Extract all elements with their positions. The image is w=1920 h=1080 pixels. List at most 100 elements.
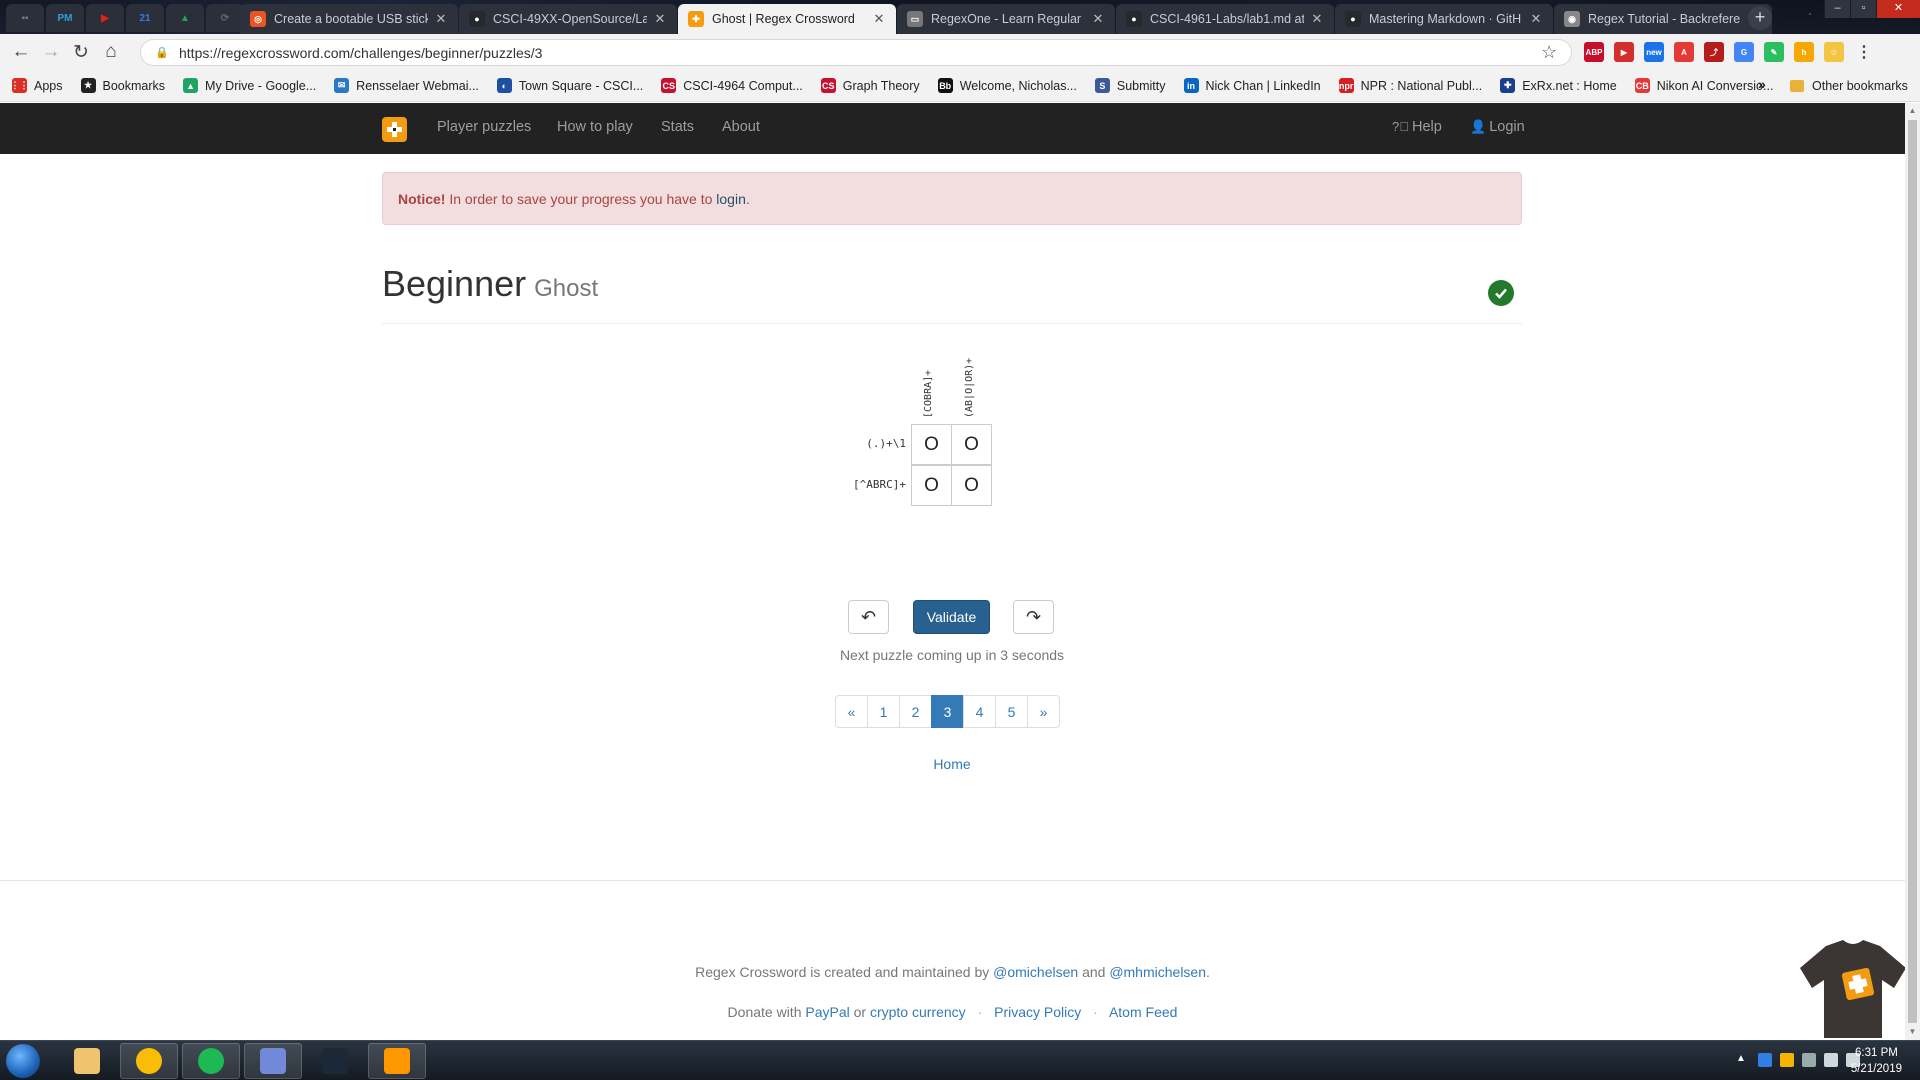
network-icon[interactable] — [1824, 1053, 1838, 1067]
close-window-button[interactable]: ✕ — [1876, 0, 1920, 18]
regex-crossword-logo[interactable] — [382, 117, 407, 142]
translate-icon[interactable]: G — [1734, 42, 1754, 62]
bookmarks-overflow-button[interactable]: » — [1758, 76, 1766, 92]
nav-about[interactable]: About — [722, 119, 760, 135]
start-button[interactable] — [6, 1044, 40, 1078]
scroll-down-icon[interactable]: ▼ — [1905, 1024, 1920, 1040]
scrollbar-thumb[interactable] — [1908, 120, 1917, 1023]
taskbar-clock[interactable]: 6:31 PM 5/21/2019 — [1851, 1045, 1902, 1077]
chrome-tray-icon[interactable] — [1780, 1053, 1794, 1067]
taskbar-app-3[interactable] — [182, 1043, 240, 1079]
cast-icon[interactable]: ▶ — [1614, 42, 1634, 62]
nav-help[interactable]: ?⃝ Help — [1392, 119, 1442, 135]
bookmark-item-1[interactable]: ⋮⋮ Apps — [11, 78, 63, 93]
privacy-policy-link[interactable]: Privacy Policy — [994, 1004, 1081, 1020]
abp-icon[interactable]: ABP — [1584, 42, 1604, 62]
browser-tab-7[interactable]: ◉Regex Tutorial - Backrefere✕ — [1554, 4, 1772, 34]
pinned-tab-2[interactable]: PM — [46, 4, 84, 32]
pagination-prev[interactable]: « — [835, 695, 868, 728]
nav-stats[interactable]: Stats — [661, 119, 694, 135]
pagination-page-2[interactable]: 2 — [899, 695, 932, 728]
taskbar-app-5[interactable] — [306, 1043, 364, 1079]
pagination-page-5[interactable]: 5 — [995, 695, 1028, 728]
pagination-page-1[interactable]: 1 — [867, 695, 900, 728]
tab-close-icon[interactable]: ✕ — [434, 11, 448, 27]
bookmark-item-10[interactable]: in Nick Chan | LinkedIn — [1183, 78, 1321, 93]
browser-tab-3[interactable]: ✚ Ghost | Regex Crossword ✕ — [678, 4, 896, 34]
scroll-up-icon[interactable]: ▲ — [1905, 103, 1920, 119]
browser-tab-6[interactable]: ● Mastering Markdown · GitH ✕ — [1335, 4, 1553, 34]
forward-button[interactable]: → — [36, 41, 66, 63]
browser-tab-5[interactable]: ● CSCI-4961-Labs/lab1.md at ✕ — [1116, 4, 1334, 34]
nav-player-puzzles[interactable]: Player puzzles — [437, 119, 531, 135]
tshirt-promo-image[interactable] — [1798, 938, 1908, 1038]
pagination-next[interactable]: » — [1027, 695, 1060, 728]
maximize-button[interactable]: ▫ — [1850, 0, 1876, 18]
browser-tab-1[interactable]: ◎ Create a bootable USB stick ✕ — [240, 4, 458, 34]
home-link[interactable]: Home — [700, 756, 1204, 772]
redo-button[interactable]: ↷ — [1013, 600, 1054, 634]
taskbar-app-6[interactable] — [368, 1043, 426, 1079]
bookmark-item-5[interactable]: ◐ Town Square - CSCI... — [496, 78, 643, 93]
page-scrollbar[interactable]: ▲ ▼ — [1905, 103, 1920, 1040]
back-button[interactable]: ← — [6, 41, 36, 63]
pagination-page-3[interactable]: 3 — [931, 695, 964, 728]
bookmark-item-2[interactable]: ★ Bookmarks — [80, 78, 165, 93]
tray-expand-icon[interactable]: ▲ — [1736, 1053, 1750, 1067]
bookmark-item-13[interactable]: CB Nikon AI Conversio... — [1634, 78, 1773, 93]
dropbox-icon[interactable] — [1758, 1053, 1772, 1067]
new-badge-icon[interactable]: new — [1644, 42, 1664, 62]
bookmark-item-4[interactable]: ✉ Rensselaer Webmai... — [334, 78, 479, 93]
nav-login[interactable]: 👤 Login — [1470, 119, 1525, 135]
pinned-tab-3[interactable]: ▶ — [86, 4, 124, 32]
bookmark-item-3[interactable]: ▲ My Drive - Google... — [183, 78, 316, 93]
pagination-page-4[interactable]: 4 — [963, 695, 996, 728]
pinned-tab-6[interactable]: ⟳ — [206, 4, 244, 32]
reload-button[interactable]: ↻ — [66, 41, 96, 64]
tab-close-icon[interactable]: ✕ — [872, 11, 886, 27]
author-link-2[interactable]: @mhmichelsen — [1109, 964, 1206, 980]
author-link-1[interactable]: @omichelsen — [993, 964, 1078, 980]
bookmark-item-9[interactable]: S Submitty — [1094, 78, 1166, 93]
bookmark-item-12[interactable]: ✚ ExRx.net : Home — [1500, 78, 1617, 93]
pinned-tab-4[interactable]: 21 — [126, 4, 164, 32]
new-tab-button[interactable]: + — [1748, 6, 1772, 30]
tab-close-icon[interactable]: ✕ — [1310, 11, 1324, 27]
bookmark-item-7[interactable]: CS Graph Theory — [820, 78, 920, 93]
grid-cell-r1-c2[interactable]: O — [951, 424, 992, 465]
grid-cell-r1-c1[interactable]: O — [911, 424, 952, 465]
grid-cell-r2-c2[interactable]: O — [951, 465, 992, 506]
browser-tab-2[interactable]: ● CSCI-49XX-OpenSource/Lab ✕ — [459, 4, 677, 34]
grid-cell-r2-c1[interactable]: O — [911, 465, 952, 506]
bookmark-item-11[interactable]: npr NPR : National Publ... — [1338, 78, 1482, 93]
tab-close-icon[interactable]: ✕ — [653, 11, 667, 27]
atom-feed-link[interactable]: Atom Feed — [1109, 1004, 1177, 1020]
acrobat-icon[interactable]: ⤴ — [1704, 42, 1724, 62]
other-bookmarks[interactable]: Other bookmarks — [1790, 70, 1908, 101]
undo-button[interactable]: ↶ — [848, 600, 889, 634]
pinned-tab-5[interactable]: ▲ — [166, 4, 204, 32]
taskbar-app-1[interactable] — [58, 1043, 116, 1079]
taskbar-app-2[interactable] — [120, 1043, 178, 1079]
paypal-link[interactable]: PayPal — [805, 1004, 849, 1020]
taskbar-app-4[interactable] — [244, 1043, 302, 1079]
pdf-icon[interactable]: A — [1674, 42, 1694, 62]
browser-tab-4[interactable]: ▭ RegexOne - Learn Regular ✕ — [897, 4, 1115, 34]
bookmark-star-icon[interactable]: ☆ — [1541, 42, 1571, 63]
address-bar[interactable]: 🔒 https://regexcrossword.com/challenges/… — [140, 39, 1572, 66]
profile-avatar-icon[interactable]: ☺ — [1824, 42, 1844, 62]
honey-icon[interactable]: h — [1794, 42, 1814, 62]
validate-button[interactable]: Validate — [913, 600, 990, 634]
chrome-menu-icon[interactable]: ⋮ — [1854, 42, 1874, 62]
pinned-tab-1[interactable]: ▪▪ — [6, 4, 44, 32]
minimize-button[interactable]: – — [1824, 0, 1850, 18]
tab-close-icon[interactable]: ✕ — [1529, 11, 1543, 27]
bookmark-item-8[interactable]: Bb Welcome, Nicholas... — [937, 78, 1077, 93]
home-button[interactable]: ⌂ — [96, 41, 126, 63]
nav-how-to-play[interactable]: How to play — [557, 119, 633, 135]
alert-login-link[interactable]: login — [716, 191, 746, 207]
windows-security-icon[interactable] — [1802, 1053, 1816, 1067]
crypto-link[interactable]: crypto currency — [870, 1004, 966, 1020]
bookmark-item-6[interactable]: CS CSCI-4964 Comput... — [661, 78, 803, 93]
tab-close-icon[interactable]: ✕ — [1091, 11, 1105, 27]
